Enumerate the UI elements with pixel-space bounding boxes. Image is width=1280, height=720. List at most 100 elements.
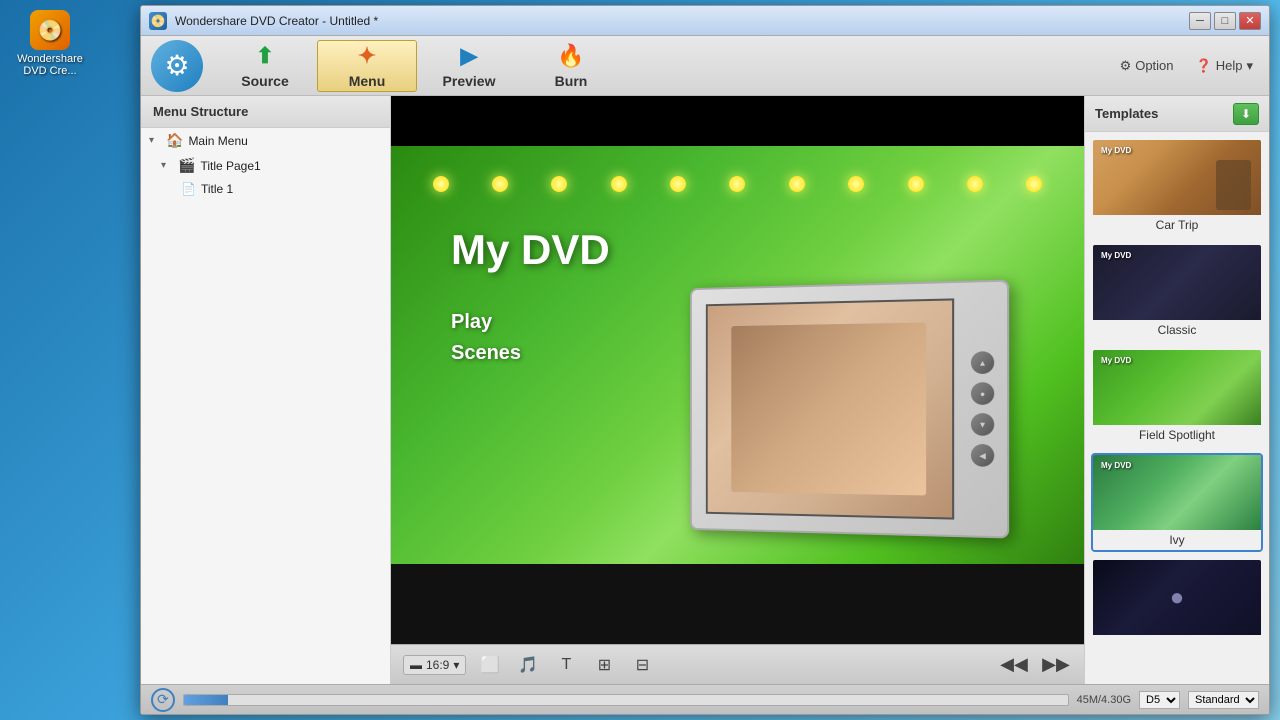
status-progress-icon: ⟳ [151,688,175,712]
light-8 [848,176,864,192]
tree-item-title1[interactable]: 📄 Title 1 [141,178,390,200]
dvd-control-4: ◀ [971,444,994,467]
quality-dropdown[interactable]: Standard High [1188,691,1259,709]
toolbar: ⚙ ⬆ Source ✦ Menu ▶ Preview 🔥 Burn ⚙ Opt… [141,36,1269,96]
title1-label: Title 1 [201,182,233,196]
prev-nav-button[interactable]: ◀◀ [998,651,1030,679]
preview-button[interactable]: ▶ Preview [419,40,519,92]
status-progress-fill [184,695,228,705]
light-1 [433,176,449,192]
preview-icon: ▶ [461,43,478,69]
template-thumb-mystery: ● [1093,560,1261,635]
dvd-title-text: My DVD [451,226,610,274]
left-panel: Menu Structure ▾ 🏠 Main Menu ▾ 🎬 Title P… [141,96,391,684]
dvd-control-2: ● [971,382,994,405]
dvd-menu-scenes: Scenes [451,342,521,365]
template-thumb-ivy: My DVD [1093,455,1261,530]
dvd-screen-inner [706,298,954,519]
source-button[interactable]: ⬆ Source [215,40,315,92]
light-9 [908,176,924,192]
help-button[interactable]: ❓ Help ▾ [1190,55,1259,77]
right-panel: Templates ⬇ My DVD Car Trip My DVD [1084,96,1269,684]
title-bar-left: 📀 Wondershare DVD Creator - Untitled * [149,12,378,30]
dvd-control-3: ▼ [971,413,994,436]
dvd-control-1: ▲ [971,351,994,374]
status-bar: ⟳ 45M/4.30G D5 D9 Standard High [141,684,1269,714]
dvd-screen-image [708,300,952,517]
aspect-ratio-button[interactable]: ▬ 16:9 ▾ [403,655,466,675]
source-icon: ⬆ [256,43,274,69]
preview-ctrl-3[interactable]: T [552,651,580,679]
light-2 [492,176,508,192]
burn-button[interactable]: 🔥 Burn [521,40,621,92]
classic-dvd-label: My DVD [1101,251,1131,260]
preview-label: Preview [443,73,496,89]
dvd-preview: My DVD Play Scenes ▲ [391,146,1084,564]
disc-type-dropdown[interactable]: D5 D9 [1139,691,1180,709]
toolbar-right: ⚙ Option ❓ Help ▾ [1114,55,1259,77]
menu-structure-header: Menu Structure [141,96,390,128]
preview-ctrl-5[interactable]: ⊟ [628,651,656,679]
light-3 [551,176,567,192]
dvd-side-controls: ▲ ● ▼ ◀ [971,351,994,467]
tree-item-title-page1[interactable]: ▾ 🎬 Title Page1 [141,153,390,178]
black-bar-bottom [391,564,1084,644]
lights-bar [391,176,1084,192]
template-ivy[interactable]: My DVD Ivy [1091,453,1263,552]
app-window: 📀 Wondershare DVD Creator - Untitled * ─… [140,5,1270,715]
dvd-creator-desktop-icon: 📀 [30,10,70,50]
help-label: Help [1216,58,1243,73]
template-label-mystery [1093,635,1261,641]
template-car-trip[interactable]: My DVD Car Trip [1091,138,1263,237]
car-trip-dvd-label: My DVD [1101,146,1131,155]
templates-panel-header: Templates ⬇ [1085,96,1269,132]
black-bar-top [391,96,1084,146]
expand-icon-2: ▾ [161,160,173,171]
aspect-ratio-value: 16:9 [426,658,449,672]
dvd-screen-photo [731,323,926,496]
menu-label: Menu [349,73,386,89]
light-10 [967,176,983,192]
aspect-ratio-dropdown-icon: ▾ [453,658,459,672]
title-bar: 📀 Wondershare DVD Creator - Untitled * ─… [141,6,1269,36]
status-disc-select: D5 D9 [1139,691,1180,709]
preview-ctrl-2[interactable]: 🎵 [514,651,542,679]
template-thumb-classic: My DVD [1093,245,1261,320]
preview-ctrl-4[interactable]: ⊞ [590,651,618,679]
option-label: Option [1135,58,1173,73]
template-mystery[interactable]: ● [1091,558,1263,643]
tree-item-main-menu[interactable]: ▾ 🏠 Main Menu [141,128,390,153]
light-4 [611,176,627,192]
dvd-menu-play: Play [451,311,521,334]
light-7 [789,176,805,192]
template-label-ivy: Ivy [1093,530,1261,550]
app-title: Wondershare DVD Creator - Untitled * [175,14,378,28]
template-classic[interactable]: My DVD Classic [1091,243,1263,342]
download-templates-button[interactable]: ⬇ [1233,103,1259,125]
next-nav-button[interactable]: ▶▶ [1040,651,1072,679]
desktop-icon-dvd[interactable]: 📀 Wondershare DVD Cre... [10,10,90,77]
template-label-field-spotlight: Field Spotlight [1093,425,1261,445]
preview-ctrl-1[interactable]: ⬜ [476,651,504,679]
main-menu-label: Main Menu [188,134,247,148]
minimize-button[interactable]: ─ [1189,12,1211,30]
template-label-car-trip: Car Trip [1093,215,1261,235]
status-size-info: 45M/4.30G [1077,694,1131,706]
light-5 [670,176,686,192]
option-gear-icon: ⚙ [1120,58,1132,74]
template-field-spotlight[interactable]: My DVD Field Spotlight [1091,348,1263,447]
desktop-icon-label: Wondershare DVD Cre... [17,53,83,77]
option-button[interactable]: ⚙ Option [1114,55,1180,77]
dvd-screen-outer: ▲ ● ▼ ◀ [690,279,1009,538]
field-spotlight-dvd-label: My DVD [1101,356,1131,365]
close-button[interactable]: ✕ [1239,12,1261,30]
template-label-classic: Classic [1093,320,1261,340]
menu-button[interactable]: ✦ Menu [317,40,417,92]
burn-icon: 🔥 [557,43,584,69]
maximize-button[interactable]: □ [1214,12,1236,30]
templates-title: Templates [1095,106,1158,121]
template-thumb-car-trip: My DVD [1093,140,1261,215]
expand-icon: ▾ [149,135,161,146]
help-chevron-icon: ▾ [1246,58,1253,74]
dvd-screen-container: ▲ ● ▼ ◀ [684,284,1004,534]
